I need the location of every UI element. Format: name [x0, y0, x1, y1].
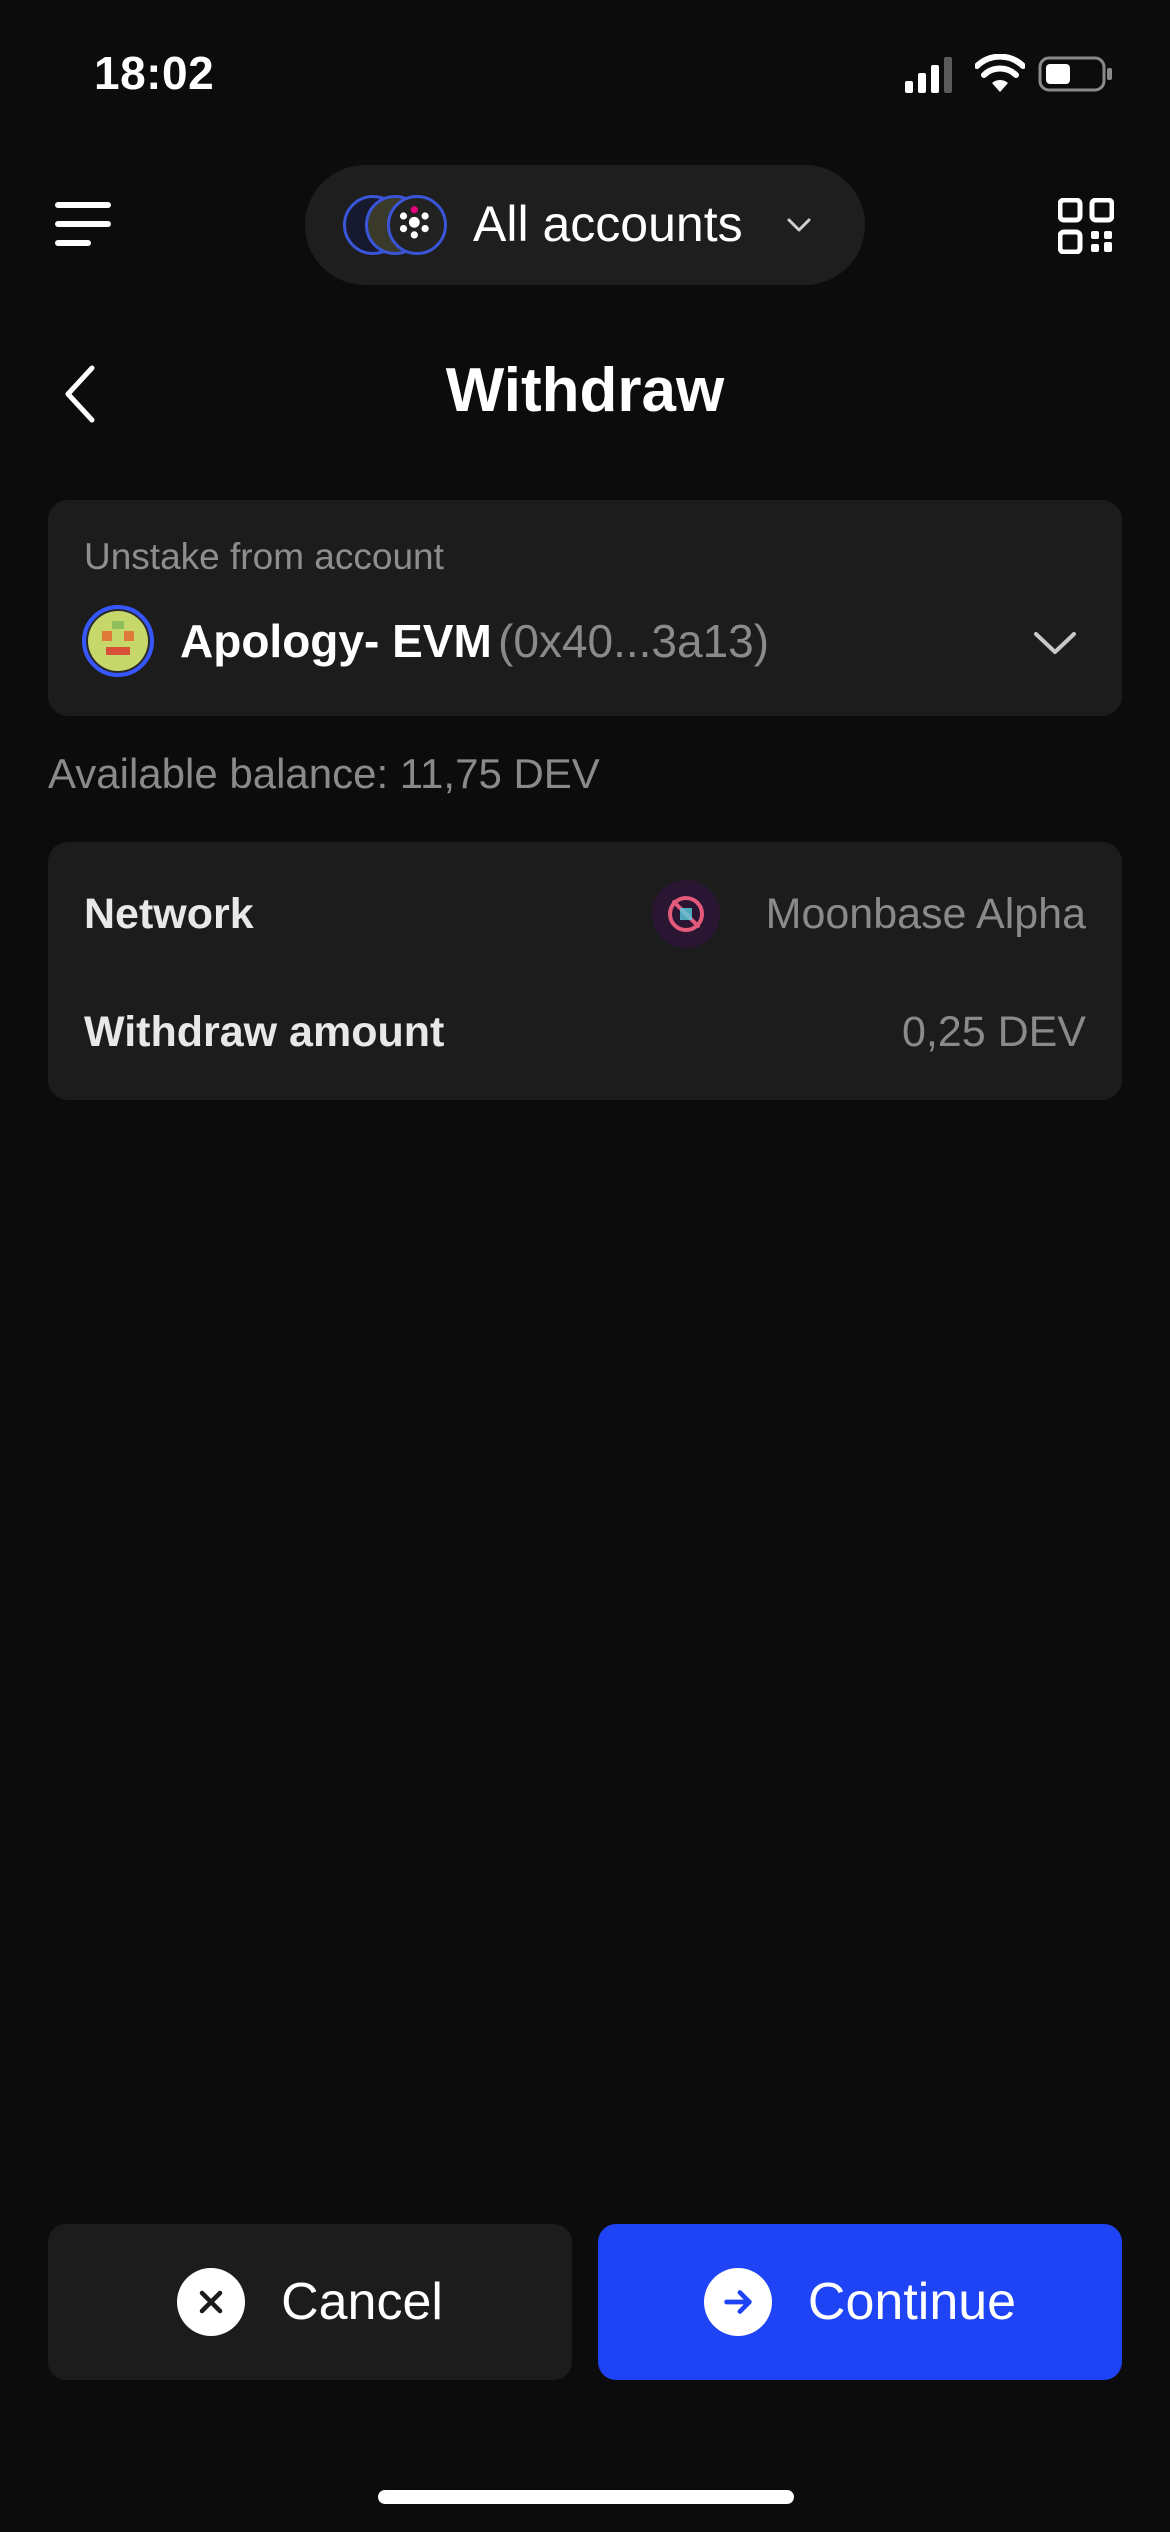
continue-button[interactable]: Continue: [598, 2224, 1122, 2380]
unstake-from-label: Unstake from account: [84, 536, 444, 577]
accounts-label: All accounts: [473, 196, 743, 252]
chevron-down-icon: [1034, 632, 1076, 654]
moonbase-alpha-icon: [652, 880, 720, 948]
account-name: Apology- EVM: [180, 615, 492, 667]
cancel-button[interactable]: Cancel: [48, 2224, 572, 2380]
status-time: 18:02: [94, 47, 215, 99]
network-label: Network: [84, 890, 254, 938]
page-title: Withdraw: [445, 356, 725, 425]
available-balance: Available balance: 11,75 DEV: [48, 750, 600, 797]
home-indicator[interactable]: [378, 2490, 794, 2504]
account-address: (0x40...3a13): [498, 615, 770, 667]
withdraw-amount-label: Withdraw amount: [84, 1008, 445, 1056]
network-value: Moonbase Alpha: [765, 890, 1086, 938]
menu-button[interactable]: [55, 200, 113, 248]
polkadot-icon: [399, 206, 429, 239]
chevron-down-icon: [787, 218, 811, 232]
continue-label: Continue: [807, 2273, 1017, 2331]
identicon-icon: [88, 611, 148, 671]
cellular-signal-icon: [905, 57, 952, 93]
qr-scan-icon[interactable]: [1058, 198, 1114, 254]
account-avatars: [343, 193, 453, 257]
close-icon: [177, 2268, 246, 2336]
unstake-account-selector[interactable]: Unstake from account Apology- EVM (0x40.…: [48, 500, 1122, 716]
wifi-icon: [975, 54, 1025, 92]
battery-icon: [1038, 56, 1112, 92]
account-switcher[interactable]: All accounts: [305, 165, 865, 285]
account-avatar: [82, 605, 154, 677]
withdraw-amount-value: 0,25 DEV: [901, 1008, 1086, 1056]
cancel-label: Cancel: [281, 2273, 443, 2331]
arrow-right-icon: [703, 2268, 772, 2336]
withdraw-details: Network Moonbase Alpha Withdraw amount 0…: [48, 842, 1122, 1100]
